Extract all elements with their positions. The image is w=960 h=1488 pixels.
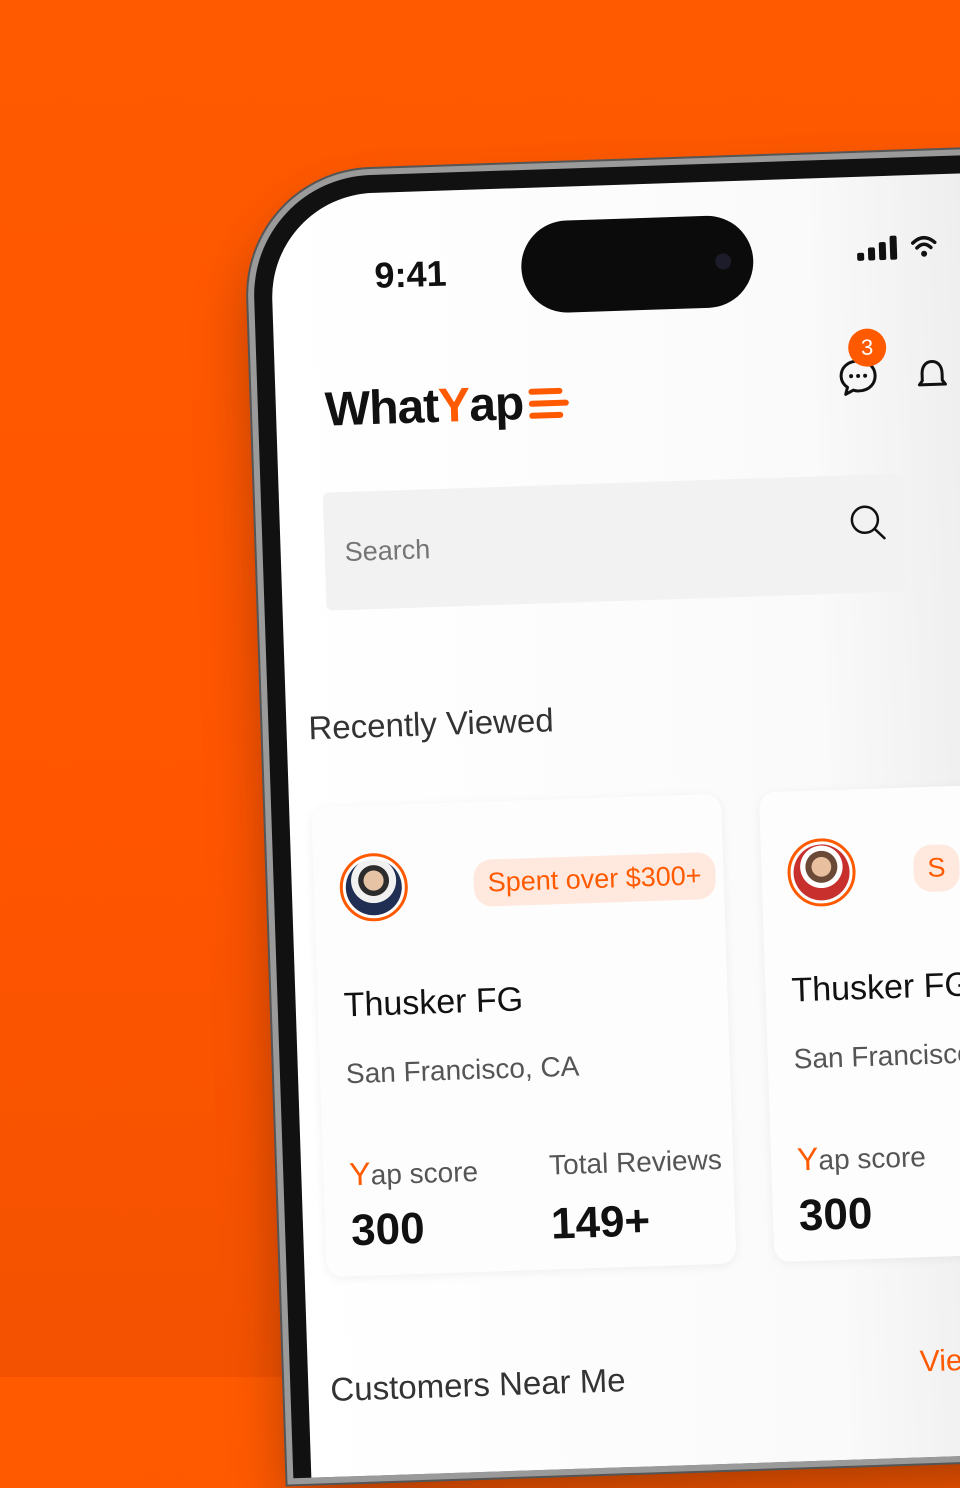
view-all-link[interactable]: Vie	[919, 1344, 960, 1379]
phone-frame: 9:41 What Yap 3 Search Recently Viewed S…	[250, 153, 960, 1479]
spend-badge: S	[912, 843, 960, 893]
yap-score-y: Y	[796, 1140, 819, 1178]
avatar	[786, 837, 857, 908]
logo-text-y: Y	[437, 378, 471, 433]
chat-badge: 3	[847, 328, 887, 368]
logo-mark	[528, 387, 570, 419]
signal-bar	[889, 235, 898, 260]
phone-screen: 9:41 What Yap 3 Search Recently Viewed S…	[268, 171, 960, 1478]
search-bar[interactable]	[322, 473, 907, 611]
status-time: 9:41	[373, 252, 448, 296]
yap-score-label: Yap score	[349, 1152, 479, 1193]
recently-viewed-title: Recently Viewed	[307, 701, 555, 747]
yap-score-y: Y	[348, 1155, 372, 1193]
total-reviews-value: 149+	[550, 1196, 651, 1249]
avatar-image	[344, 858, 403, 917]
yap-score-value: 300	[350, 1203, 426, 1256]
customer-card[interactable]: S Thusker FG San Francisco, Yap score 30…	[758, 778, 960, 1263]
customer-location: San Francisco,	[793, 1037, 960, 1075]
total-reviews-label: Total Reviews	[548, 1143, 723, 1181]
avatar	[338, 852, 409, 923]
yap-score-value: 300	[798, 1188, 874, 1241]
customer-card[interactable]: Spent over $300+ Thusker FG San Francisc…	[311, 793, 737, 1278]
wifi-icon	[910, 235, 937, 257]
yap-score-label-text: ap score	[370, 1155, 479, 1191]
status-icons	[856, 232, 937, 261]
customer-name: Thusker FG	[343, 980, 524, 1025]
search-icon[interactable]	[847, 502, 888, 543]
spend-badge: Spent over $300+	[472, 851, 717, 907]
signal-bar	[857, 252, 865, 261]
yap-score-label: Yap score	[796, 1137, 926, 1178]
customer-name: Thusker FG	[790, 965, 960, 1010]
logo-text-what: What	[324, 379, 440, 437]
bell-icon[interactable]	[917, 358, 948, 393]
logo-text-ap: ap	[468, 377, 525, 432]
customers-near-me-title: Customers Near Me	[329, 1361, 627, 1408]
dynamic-island	[519, 214, 755, 315]
search-input[interactable]	[342, 520, 827, 570]
scene: 9:41 What Yap 3 Search Recently Viewed S…	[0, 0, 960, 1479]
signal-bar	[878, 241, 887, 261]
signal-bar	[867, 247, 876, 261]
customer-location: San Francisco, CA	[345, 1050, 580, 1090]
avatar-image	[792, 843, 851, 902]
app-logo: What Yap	[324, 375, 570, 438]
camera-icon	[714, 253, 732, 270]
yap-score-label-text: ap score	[817, 1141, 927, 1176]
